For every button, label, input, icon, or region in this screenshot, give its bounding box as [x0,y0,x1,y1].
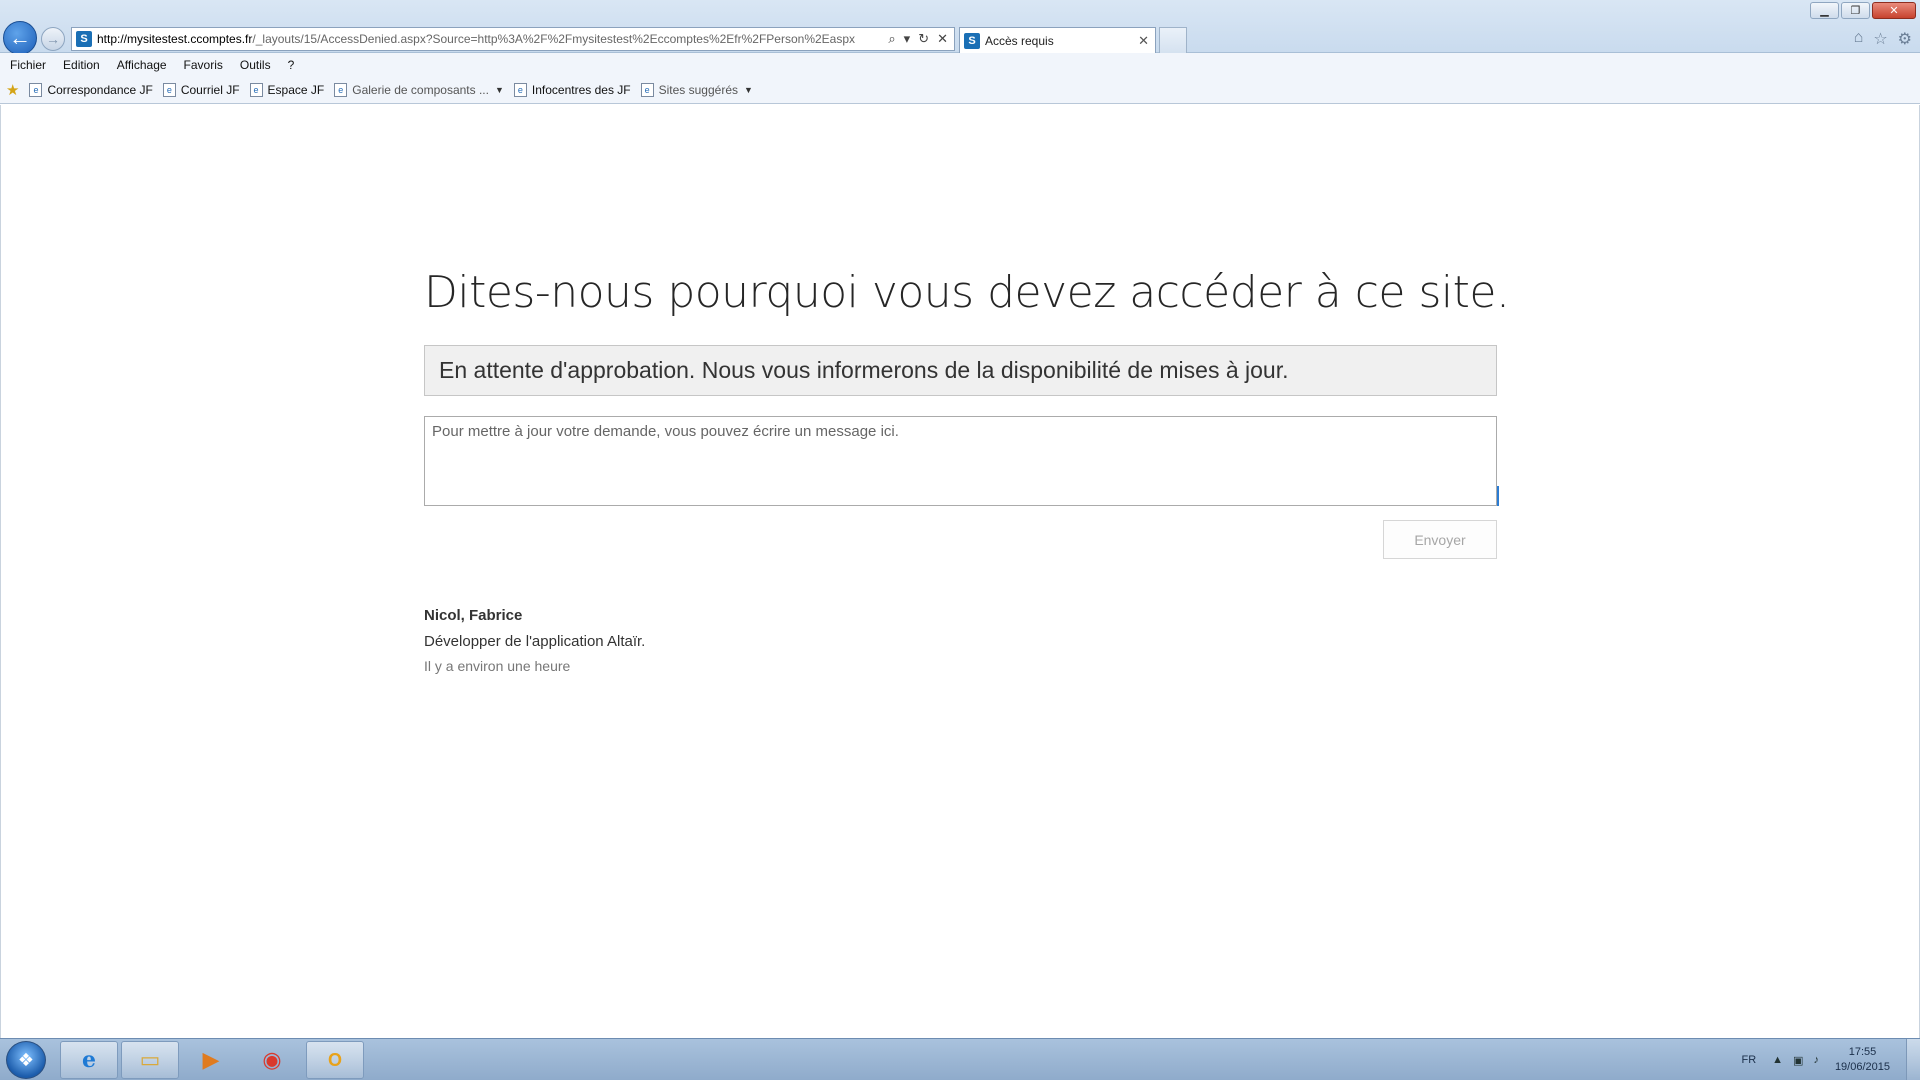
menu-bar: Fichier Edition Affichage Favoris Outils… [0,53,1920,76]
request-message: Développer de l'application Altaïr. [424,633,646,650]
taskbar: ❖ e ▭ ▶ ◉ O FR ▲ ▣ ♪ 17:55 19/06/2015 [0,1038,1920,1080]
media-player-icon[interactable]: ▶ [182,1041,240,1079]
menu-edition[interactable]: Edition [63,58,100,72]
language-indicator[interactable]: FR [1741,1054,1756,1066]
chevron-down-icon: ▼ [494,84,504,95]
sharepoint-icon: S [964,32,980,49]
page-content: Dites-nous pourquoi vous devez accéder à… [0,105,1920,1038]
text-cursor [1497,486,1499,506]
menu-outils[interactable]: Outils [240,58,271,72]
fav-infocentres-jf[interactable]: e Infocentres des JF [513,82,631,97]
menu-fichier[interactable]: Fichier [10,58,46,72]
search-icon[interactable]: ⌕ [888,31,895,47]
stop-icon[interactable]: ✕ [937,31,948,47]
page-icon: e [249,82,263,97]
browser-titlebar: ← → S http://mysitestest.ccomptes.fr/_la… [0,0,1920,55]
start-button[interactable]: ❖ [6,1041,46,1079]
show-desktop-button[interactable] [1906,1039,1920,1080]
tab-acces-requis[interactable]: S Accès requis ✕ [959,27,1156,53]
sharepoint-icon: S [76,31,92,47]
fav-espace-jf[interactable]: e Espace JF [249,82,324,97]
page-title: Dites-nous pourquoi vous devez accéder à… [424,267,1510,318]
add-favorite-star-icon[interactable]: ★ [6,81,19,99]
back-arrow-icon[interactable]: ← [3,21,37,55]
url-text[interactable]: http://mysitestest.ccomptes.fr/_layouts/… [97,32,888,46]
fav-courriel-jf[interactable]: e Courriel JF [162,82,240,97]
favorites-bar: ★ e Correspondance JF e Courriel JF e Espac… [0,76,1920,104]
show-hidden-icons-icon[interactable]: ▲ [1772,1054,1783,1067]
menu-affichage[interactable]: Affichage [117,58,167,72]
requester-name: Nicol, Fabrice [424,607,523,624]
minimize-button[interactable]: ▁ [1810,2,1839,19]
menu-favoris[interactable]: Favoris [184,58,223,72]
tab-close-icon[interactable]: ✕ [1138,33,1149,49]
address-bar[interactable]: S http://mysitestest.ccomptes.fr/_layout… [71,27,955,51]
clock-time: 17:55 [1848,1046,1877,1058]
home-icon[interactable]: ⌂ [1854,29,1864,49]
clock-date: 19/06/2015 [1834,1061,1890,1073]
page-icon: e [162,82,176,97]
chevron-down-icon: ▼ [744,84,753,95]
internet-explorer-icon[interactable]: e [60,1041,118,1079]
request-time: Il y a environ une heure [424,658,571,674]
folder-icon[interactable]: ▭ [121,1041,179,1079]
favorites-star-icon[interactable]: ☆ [1873,29,1887,49]
network-icon[interactable]: ▣ [1793,1054,1803,1067]
page-icon: e [513,82,527,97]
chrome-icon[interactable]: ◉ [243,1041,301,1079]
outlook-icon[interactable]: O [306,1041,364,1079]
page-icon: e [640,82,654,97]
approval-status-box: En attente d'approbation. Nous vous info… [424,345,1497,396]
page-icon: e [29,82,43,97]
chevron-down-icon[interactable]: ▾ [904,31,911,47]
close-button[interactable]: ✕ [1872,2,1916,19]
system-tray: FR ▲ ▣ ♪ 17:55 19/06/2015 [1741,1039,1890,1080]
forward-arrow-icon[interactable]: → [41,27,65,51]
send-button[interactable]: Envoyer [1383,520,1497,559]
clock[interactable]: 17:55 19/06/2015 [1835,1045,1890,1075]
fav-sites-suggeres[interactable]: e Sites suggérés ▼ [640,82,753,97]
page-icon: e [334,82,348,97]
volume-muted-icon[interactable]: ♪ [1813,1054,1819,1067]
gear-icon[interactable]: ⚙ [1898,29,1912,49]
menu-help[interactable]: ? [288,58,295,72]
new-tab-button[interactable] [1159,27,1187,53]
message-textarea[interactable] [424,416,1497,506]
fav-correspondance-jf[interactable]: e Correspondance JF [29,82,153,97]
tab-title: Accès requis [985,33,1054,48]
restore-button[interactable]: ❐ [1841,2,1870,19]
fav-galerie-composants[interactable]: e Galerie de composants ... ▼ [334,82,504,97]
refresh-icon[interactable]: ↻ [918,31,929,47]
